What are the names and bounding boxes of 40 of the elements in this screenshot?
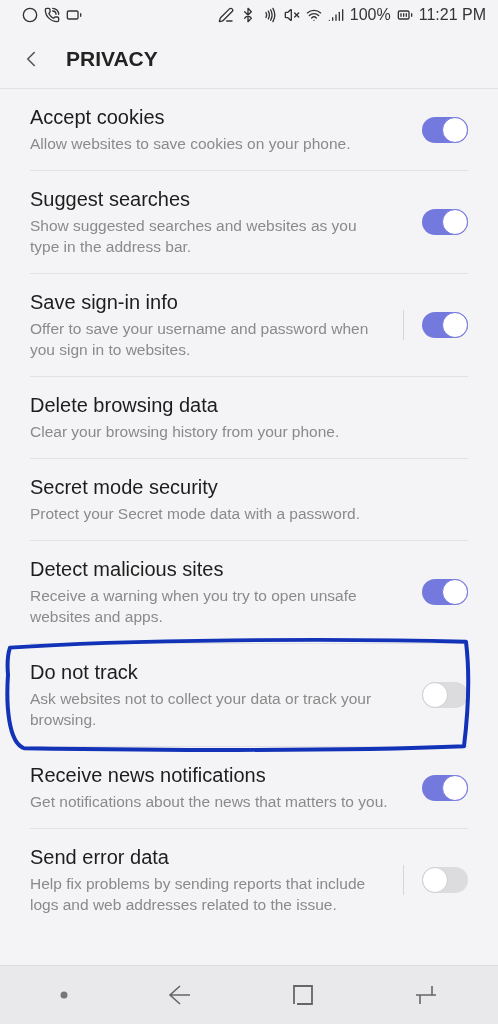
setting-title: Receive news notifications: [30, 763, 267, 788]
setting-title: Suggest searches: [30, 187, 192, 212]
setting-title: Send error data: [30, 845, 170, 870]
setting-description: Clear your browsing history from your phone.: [30, 422, 341, 442]
setting-description: Receive a warning when you try to open unsafe websites and apps.: [30, 586, 358, 627]
signal-icon: [327, 7, 344, 23]
setting-description: Ask websites not to collect your data or track your browsing.: [30, 689, 373, 730]
wifi-call-icon: [44, 7, 60, 23]
battery-percent: 100%: [349, 6, 391, 24]
battery-small-icon: [66, 7, 82, 23]
setting-title: Detect malicious sites: [30, 557, 225, 582]
back-nav-button[interactable]: [168, 984, 192, 1006]
dot-icon[interactable]: [60, 991, 68, 999]
setting-title: Secret mode security: [30, 475, 219, 500]
setting-title: Save sign-in info: [30, 290, 179, 315]
clock-time: 11:21 PM: [418, 6, 486, 24]
toggle-switch[interactable]: [422, 682, 468, 708]
setting-description: Get notifications about the news that matters to you.: [30, 792, 389, 812]
toggle-switch[interactable]: [422, 209, 468, 235]
setting-description: Offer to save your username and password when you sign in to websites.: [30, 319, 370, 360]
home-nav-button[interactable]: [292, 984, 314, 1006]
setting-title: Accept cookies: [30, 105, 166, 130]
setting-description: Protect your Secret mode data with a password.: [30, 504, 361, 524]
toggle-switch[interactable]: [422, 867, 468, 893]
setting-description: Allow websites to save cookies on your phone.: [30, 134, 352, 154]
setting-description: Show suggested searches and websites as you type in the address bar.: [30, 216, 358, 257]
setting-description: Help fix problems by sending reports that include logs and web addresses related to the issue.: [30, 874, 367, 915]
toggle-switch[interactable]: [422, 579, 468, 605]
wifi-icon: [305, 7, 322, 23]
pen-icon: [217, 7, 234, 23]
page-title: PRIVACY: [66, 47, 158, 71]
toggle-switch[interactable]: [422, 116, 468, 143]
notification-circle-icon: [22, 7, 38, 23]
setting-title: Do not track: [30, 660, 139, 685]
toggle-switch[interactable]: [422, 312, 468, 338]
toggle-switch[interactable]: [422, 774, 468, 801]
mute-icon: [283, 7, 300, 23]
setting-title: Delete browsing data: [30, 393, 219, 418]
recents-nav-button[interactable]: [414, 983, 438, 1007]
battery-icon: [396, 7, 413, 23]
